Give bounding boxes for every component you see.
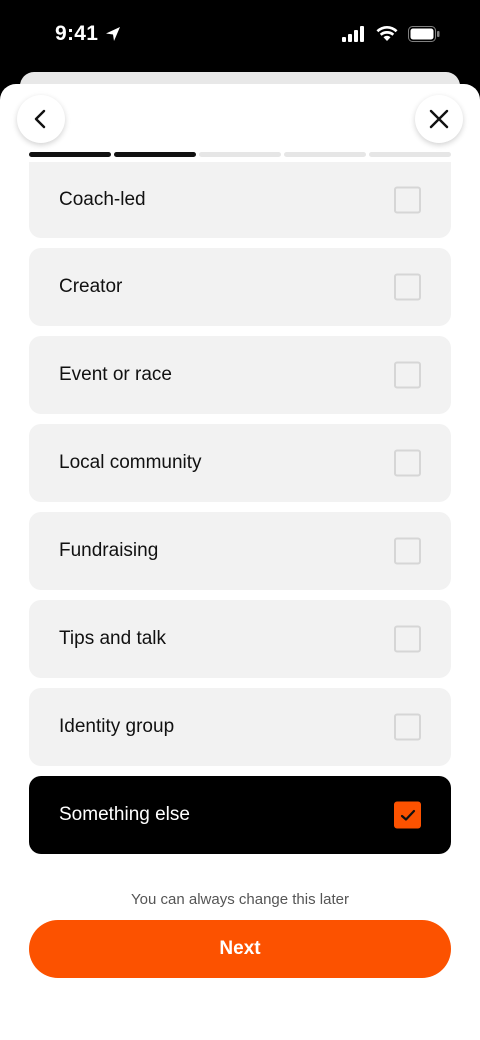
location-arrow-icon — [106, 27, 121, 41]
option-checkbox[interactable] — [394, 273, 421, 301]
option-row[interactable]: Tips and talk — [29, 600, 451, 678]
checkmark-icon — [400, 809, 415, 821]
option-label: Fundraising — [59, 540, 159, 561]
wifi-icon — [376, 26, 398, 41]
step-progress-bar — [29, 152, 451, 157]
next-button[interactable]: Next — [29, 920, 451, 978]
status-time-text: 9:41 — [55, 22, 99, 45]
change-later-hint: You can always change this later — [131, 891, 349, 908]
chevron-left-icon — [34, 109, 46, 129]
option-label: Local community — [59, 452, 202, 473]
option-row[interactable]: Coach-led — [29, 162, 451, 238]
status-time: 9:41 — [55, 22, 122, 46]
option-row[interactable]: Fundraising — [29, 512, 451, 590]
close-icon — [429, 109, 449, 129]
option-checkbox[interactable] — [394, 449, 421, 477]
footer: You can always change this later Next — [0, 864, 480, 1040]
progress-segment — [29, 152, 111, 157]
battery-icon — [408, 26, 440, 42]
option-label: Coach-led — [59, 189, 146, 210]
close-button[interactable] — [415, 95, 463, 143]
option-row[interactable]: Something else — [29, 776, 451, 854]
status-icons — [342, 26, 440, 42]
status-bar: 9:41 — [0, 0, 480, 72]
option-label: Creator — [59, 276, 123, 297]
option-label: Event or race — [59, 364, 172, 385]
option-checkbox[interactable] — [394, 625, 421, 653]
progress-segment — [199, 152, 281, 157]
option-row[interactable]: Identity group — [29, 688, 451, 766]
progress-segment — [369, 152, 451, 157]
option-row[interactable]: Event or race — [29, 336, 451, 414]
option-checkbox[interactable] — [394, 186, 421, 214]
option-label: Tips and talk — [59, 628, 167, 649]
option-checkbox[interactable] — [394, 713, 421, 741]
option-checkbox[interactable] — [394, 801, 421, 829]
option-list: Coach-led Creator Event or race Local commu… — [29, 162, 451, 864]
cellular-signal-icon — [342, 26, 364, 42]
option-row[interactable]: Local community — [29, 424, 451, 502]
option-checkbox[interactable] — [394, 537, 421, 565]
progress-segment — [114, 152, 196, 157]
progress-segment — [284, 152, 366, 157]
option-label: Something else — [59, 804, 190, 825]
back-button[interactable] — [17, 95, 65, 143]
option-row[interactable]: Creator — [29, 248, 451, 326]
option-checkbox[interactable] — [394, 361, 421, 389]
option-label: Identity group — [59, 716, 175, 737]
